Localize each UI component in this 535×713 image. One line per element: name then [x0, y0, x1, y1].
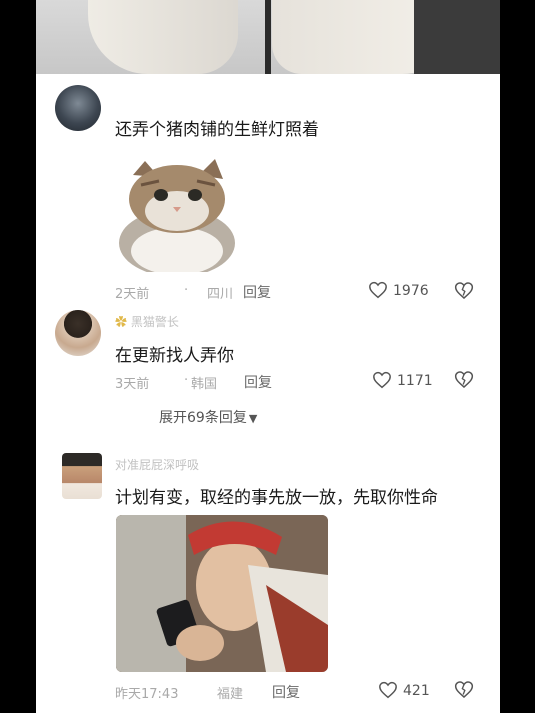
like-count: 1171: [397, 373, 433, 389]
like-count: 421: [403, 683, 430, 699]
reply-button[interactable]: 回复: [272, 682, 300, 702]
avatar[interactable]: [55, 85, 101, 131]
broken-heart-icon[interactable]: [454, 370, 474, 389]
monk-photo-image[interactable]: [116, 515, 328, 672]
avatar[interactable]: [55, 310, 101, 356]
avatar[interactable]: [62, 453, 102, 499]
like-count: 1976: [393, 283, 429, 299]
broken-heart-icon[interactable]: [454, 680, 474, 699]
reply-button[interactable]: 回复: [243, 282, 271, 302]
comment-text: 还弄个猪肉铺的生鲜灯照着: [115, 120, 319, 140]
username[interactable]: 对准屁屁深呼吸: [115, 456, 199, 473]
video-frame[interactable]: [36, 0, 500, 74]
reply-button[interactable]: 回复: [244, 372, 272, 392]
comment-text: 计划有变，取经的事先放一放，先取你性命: [115, 488, 438, 508]
jacket-zip: [265, 0, 271, 74]
comment-location: 韩国: [191, 377, 218, 392]
background-dark: [414, 0, 500, 74]
comment-time: 昨天17:43: [115, 687, 179, 702]
expand-replies-button[interactable]: 展开69条回复 ▼: [159, 407, 257, 427]
jacket-left: [88, 0, 238, 74]
username-text: 黑猫警长: [130, 315, 179, 329]
expand-replies-label: 展开69条回复: [159, 410, 247, 426]
heart-icon[interactable]: [368, 281, 388, 299]
comment-location: 四川: [207, 287, 234, 302]
separator-dot: ·: [184, 283, 189, 298]
comment-panel: 还弄个猪肉铺的生鲜灯照着 2天前 · 四川 回复 1976 ✿ 黑猫警长 在更新…: [36, 0, 500, 713]
heart-icon[interactable]: [378, 681, 398, 699]
username[interactable]: ✿ 黑猫警长: [115, 313, 179, 330]
heart-icon[interactable]: [372, 371, 392, 389]
badge-icon: ✿: [115, 315, 128, 329]
comment-text: 在更新找人弄你: [115, 346, 234, 366]
username[interactable]: [115, 88, 142, 102]
cat-sticker-image[interactable]: [115, 155, 242, 272]
comment-time: 2天前: [115, 287, 150, 302]
comment-time: 3天前: [115, 377, 150, 392]
comment-location: 福建: [217, 687, 244, 702]
chevron-down-icon: ▼: [248, 412, 258, 425]
separator-dot: ·: [184, 373, 189, 388]
broken-heart-icon[interactable]: [454, 281, 474, 300]
